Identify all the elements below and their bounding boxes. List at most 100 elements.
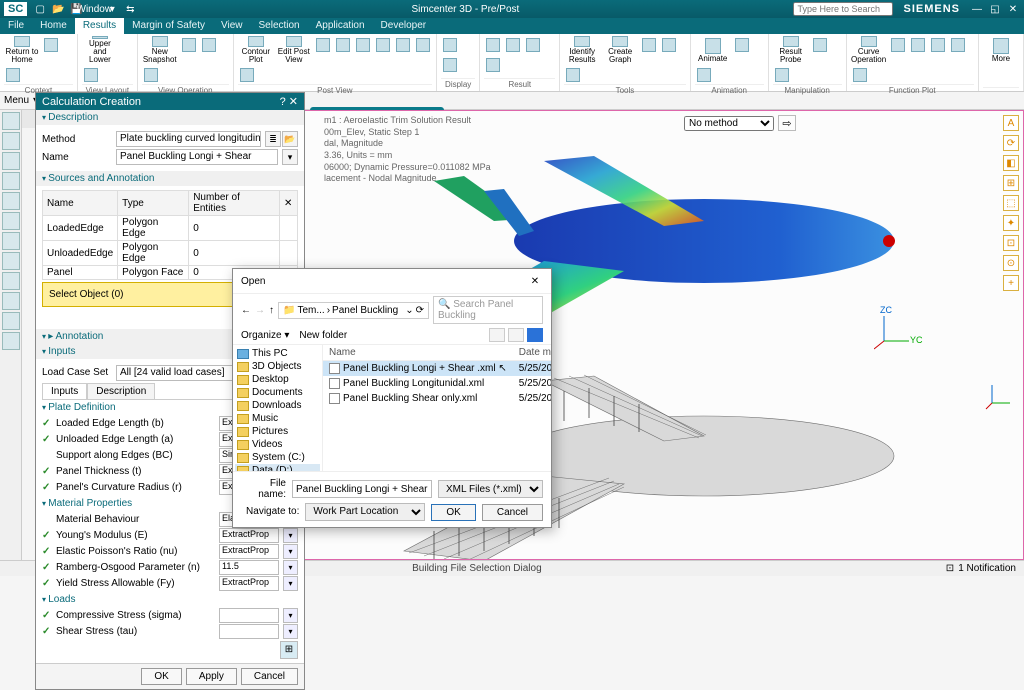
- resource-icon[interactable]: [2, 112, 20, 130]
- group-loads[interactable]: Loads: [42, 592, 298, 607]
- view-tool-icon[interactable]: ⊡: [1003, 235, 1019, 251]
- method-browse-icon[interactable]: ≣: [265, 131, 281, 147]
- ribbon-button[interactable]: [949, 36, 967, 54]
- menu-selection[interactable]: Selection: [250, 18, 307, 34]
- ribbon-button[interactable]: [142, 66, 160, 84]
- ribbon-button[interactable]: New Snapshot: [142, 36, 178, 64]
- ribbon-button[interactable]: [238, 66, 256, 84]
- qat-open-icon[interactable]: 📂: [51, 2, 65, 16]
- view-tool-icon[interactable]: ⊞: [1003, 175, 1019, 191]
- resource-icon[interactable]: [2, 212, 20, 230]
- filename-input[interactable]: [292, 480, 432, 498]
- param-value-field[interactable]: ExtractProp: [219, 528, 279, 543]
- ribbon-button[interactable]: [314, 36, 332, 54]
- menu-file[interactable]: File: [0, 18, 32, 34]
- qat-dropdown-icon[interactable]: ▾: [105, 2, 119, 16]
- section-description[interactable]: Description: [36, 110, 304, 125]
- view-tool-icon[interactable]: ⟳: [1003, 135, 1019, 151]
- nav-up-icon[interactable]: ↑: [269, 305, 274, 316]
- ribbon-button[interactable]: [564, 66, 582, 84]
- param-action-icon[interactable]: ▾: [283, 608, 298, 623]
- table-row[interactable]: LoadedEdgePolygon Edge0: [43, 216, 298, 241]
- ribbon-button[interactable]: [374, 36, 392, 54]
- notification-icon[interactable]: ⊡: [946, 563, 954, 574]
- tree-node[interactable]: System (C:): [235, 451, 320, 464]
- resource-icon[interactable]: [2, 332, 20, 350]
- preview-pane-icon[interactable]: [508, 328, 524, 342]
- ribbon-button[interactable]: [695, 66, 713, 84]
- ribbon-button[interactable]: [441, 36, 459, 54]
- view-tool-icon[interactable]: +: [1003, 275, 1019, 291]
- menu-view[interactable]: View: [213, 18, 251, 34]
- method-field[interactable]: Plate buckling curved longitudinal shear…: [116, 131, 261, 147]
- resource-icon[interactable]: [2, 172, 20, 190]
- menu-results[interactable]: Results: [75, 18, 124, 34]
- ribbon-button[interactable]: Animate: [695, 36, 731, 64]
- delete-col[interactable]: ✕: [280, 191, 298, 216]
- organize-menu[interactable]: Organize ▾: [241, 330, 289, 341]
- name-field[interactable]: Panel Buckling Longi + Shear: [116, 149, 278, 165]
- param-value-field[interactable]: ExtractProp: [219, 576, 279, 591]
- open-ok-button[interactable]: OK: [431, 504, 475, 521]
- param-action-icon[interactable]: ▾: [283, 576, 298, 591]
- apply-button[interactable]: Apply: [186, 668, 237, 685]
- inputs-action-icon[interactable]: ⊞: [280, 641, 298, 659]
- ribbon-button[interactable]: [909, 36, 927, 54]
- file-row[interactable]: Panel Buckling Longi + Shear .xml ↖5/25/…: [323, 361, 551, 377]
- ribbon-button[interactable]: [82, 66, 100, 84]
- tree-node[interactable]: Desktop: [235, 373, 320, 386]
- tree-node[interactable]: Music: [235, 412, 320, 425]
- ribbon-button[interactable]: Create Graph: [602, 36, 638, 64]
- view-tool-icon[interactable]: ◧: [1003, 155, 1019, 171]
- minimize-button[interactable]: —: [970, 4, 984, 15]
- tree-node[interactable]: 3D Objects: [235, 360, 320, 373]
- ok-button[interactable]: OK: [141, 668, 181, 685]
- tree-node[interactable]: Downloads: [235, 399, 320, 412]
- resource-icon[interactable]: [2, 152, 20, 170]
- tree-node[interactable]: This PC: [235, 347, 320, 360]
- ribbon-button[interactable]: [733, 36, 751, 54]
- file-row[interactable]: Panel Buckling Shear only.xml5/25/2022 1…: [323, 391, 551, 406]
- ribbon-button[interactable]: Contour Plot: [238, 36, 274, 64]
- tab-inputs[interactable]: Inputs: [42, 383, 87, 399]
- param-value-field[interactable]: 11.5: [219, 560, 279, 575]
- menu-margin-of-safety[interactable]: Margin of Safety: [124, 18, 213, 34]
- qat-switch-icon[interactable]: ⇆: [123, 2, 137, 16]
- cancel-button[interactable]: Cancel: [241, 668, 298, 685]
- dialog-help-icon[interactable]: ? ✕: [280, 95, 298, 108]
- open-cancel-button[interactable]: Cancel: [482, 504, 543, 521]
- ribbon-button[interactable]: Curve Operation: [851, 36, 887, 64]
- table-row[interactable]: UnloadedEdgePolygon Edge0: [43, 241, 298, 266]
- menu-home[interactable]: Home: [32, 18, 75, 34]
- resource-icon[interactable]: [2, 292, 20, 310]
- ribbon-button[interactable]: [851, 66, 869, 84]
- ribbon-button[interactable]: [484, 36, 502, 54]
- ribbon-button[interactable]: [414, 36, 432, 54]
- param-action-icon[interactable]: ▾: [283, 560, 298, 575]
- resource-icon[interactable]: [2, 312, 20, 330]
- resource-icon[interactable]: [2, 252, 20, 270]
- resource-icon[interactable]: [2, 232, 20, 250]
- ribbon-button[interactable]: [773, 66, 791, 84]
- file-row[interactable]: Panel Buckling Longitunidal.xml5/25/2022…: [323, 376, 551, 391]
- menu-button[interactable]: Menu: [4, 95, 29, 106]
- ribbon-button[interactable]: Identify Results: [564, 36, 600, 64]
- method-dropdown[interactable]: No method: [684, 116, 774, 131]
- ribbon-button[interactable]: [929, 36, 947, 54]
- param-value-field[interactable]: [219, 608, 279, 623]
- name-edit-icon[interactable]: ▾: [282, 149, 298, 165]
- ribbon-button[interactable]: Return to Home: [4, 36, 40, 64]
- view-tool-icon[interactable]: ✦: [1003, 215, 1019, 231]
- ribbon-button[interactable]: [200, 36, 218, 54]
- file-filter-dropdown[interactable]: XML Files (*.xml): [438, 480, 543, 498]
- new-folder-button[interactable]: New folder: [299, 330, 347, 341]
- view-tool-icon[interactable]: ⬚: [1003, 195, 1019, 211]
- ribbon-button[interactable]: Edit Post View: [276, 36, 312, 64]
- menu-developer[interactable]: Developer: [373, 18, 435, 34]
- restore-button[interactable]: ◱: [988, 4, 1002, 15]
- tree-node[interactable]: Documents: [235, 386, 320, 399]
- ribbon-button[interactable]: [441, 56, 459, 74]
- nav-fwd-icon[interactable]: →: [255, 305, 265, 316]
- breadcrumb[interactable]: 📁 Tem... › Panel Buckling ⌄ ⟳: [278, 302, 429, 319]
- ribbon-button[interactable]: [660, 36, 678, 54]
